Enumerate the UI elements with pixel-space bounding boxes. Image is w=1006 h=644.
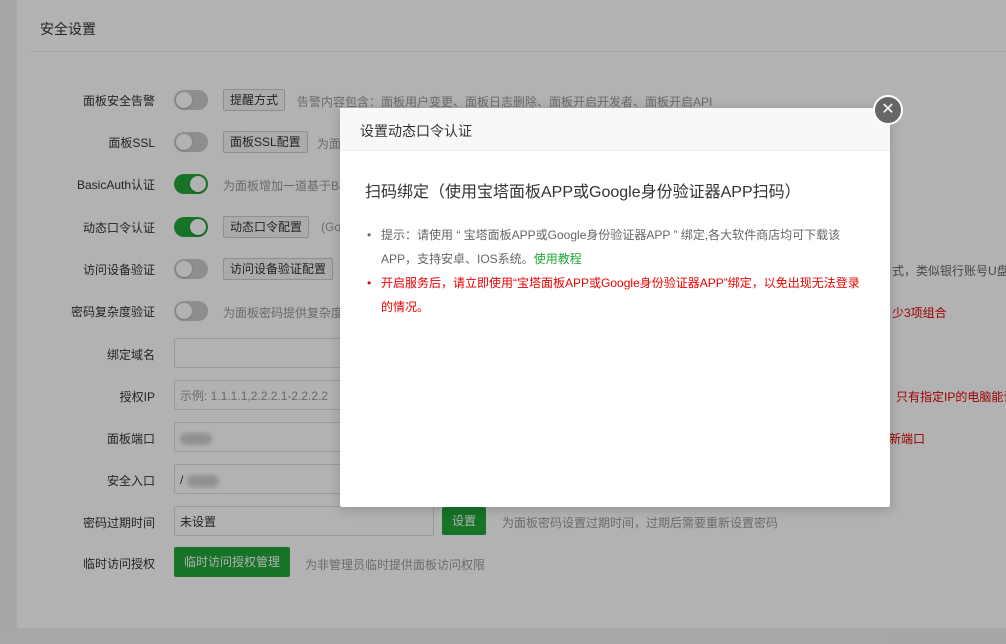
modal-title: 设置动态口令认证 <box>360 123 472 139</box>
modal-tips: 提示：请使用 “ 宝塔面板APP或Google身份验证器APP ” 绑定,各大软… <box>365 223 865 319</box>
modal-heading: 扫码绑定（使用宝塔面板APP或Google身份验证器APP扫码） <box>365 184 801 201</box>
tip-item: 提示：请使用 “ 宝塔面板APP或Google身份验证器APP ” 绑定,各大软… <box>365 223 865 271</box>
close-icon[interactable]: ✕ <box>873 95 903 125</box>
tutorial-link[interactable]: 使用教程 <box>534 252 582 266</box>
tip-item: 开启服务后，请立即使用“宝塔面板APP或Google身份验证器APP”绑定，以免… <box>365 271 865 319</box>
tip2-text: 开启服务后，请立即使用“宝塔面板APP或Google身份验证器APP”绑定，以免… <box>381 276 860 314</box>
tip1-text: 提示：请使用 “ 宝塔面板APP或Google身份验证器APP ” 绑定,各大软… <box>381 228 841 266</box>
totp-modal: 设置动态口令认证 扫码绑定（使用宝塔面板APP或Google身份验证器APP扫码… <box>340 108 890 507</box>
modal-header: 设置动态口令认证 <box>340 108 890 151</box>
